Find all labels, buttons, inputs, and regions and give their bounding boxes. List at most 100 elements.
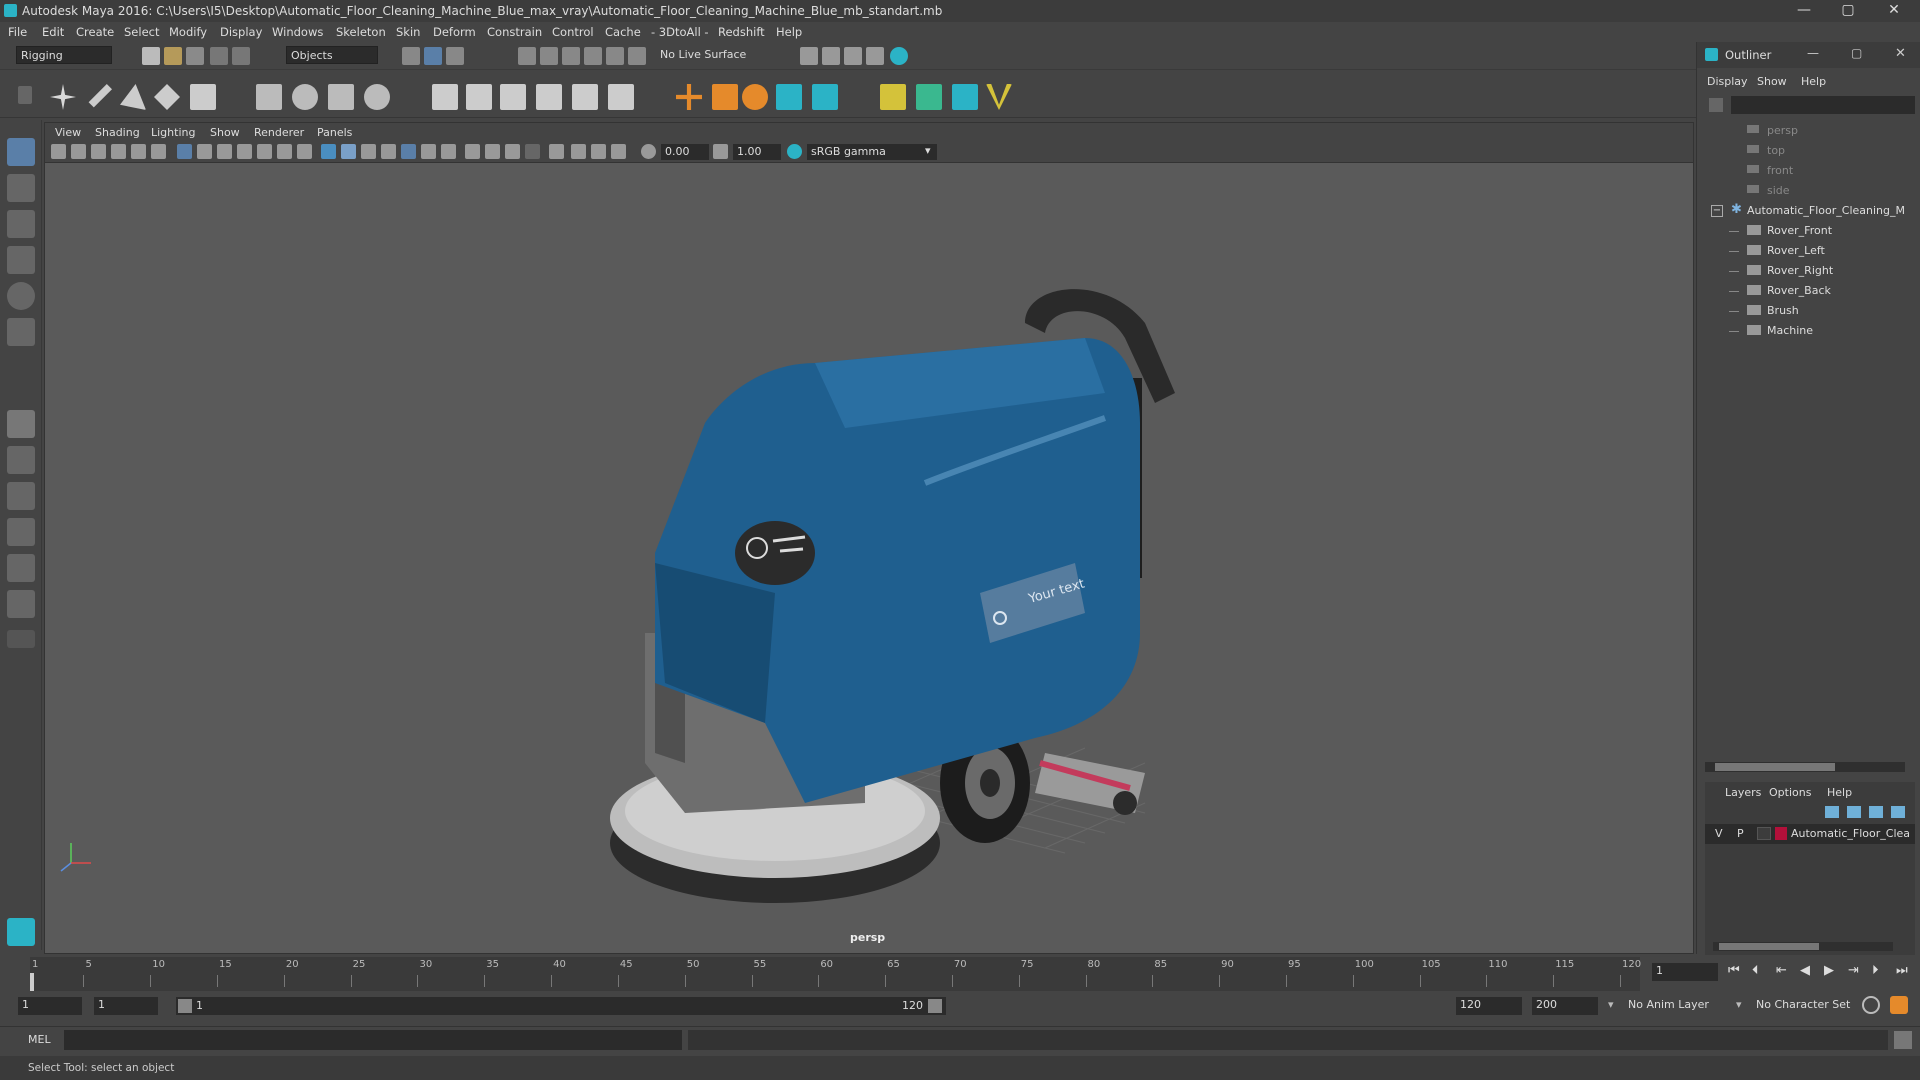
step-back-key-icon[interactable]: ⇤ — [1776, 963, 1787, 978]
menu-3dtoall[interactable]: - 3DtoAll - — [651, 25, 709, 39]
anti-aliasing-icon[interactable] — [485, 144, 500, 159]
move-layer-up-icon[interactable] — [1825, 806, 1839, 818]
range-start-handle[interactable] — [178, 999, 192, 1013]
graph-layout-icon[interactable] — [7, 518, 35, 546]
four-pane-layout-icon[interactable] — [7, 446, 35, 474]
menu-control[interactable]: Control — [552, 25, 594, 39]
gamma-field[interactable]: 1.00 — [733, 144, 781, 160]
outliner-camera-side[interactable]: side — [1697, 182, 1920, 202]
ipr-render-icon[interactable] — [844, 47, 862, 65]
viewport-menu-view[interactable]: View — [55, 126, 81, 139]
outliner-maximize-button[interactable]: ▢ — [1851, 46, 1862, 60]
anim-layer-dropdown[interactable]: No Anim Layer — [1628, 998, 1709, 1011]
outliner-layout-icon[interactable] — [7, 482, 35, 510]
viewport-panel[interactable]: View Shading Lighting Show Renderer Pane… — [44, 122, 1694, 954]
ik-spline-icon[interactable] — [120, 84, 146, 110]
step-forward-icon[interactable]: ⏵ — [1872, 963, 1879, 978]
motion-blur-icon[interactable] — [465, 144, 480, 159]
outliner-camera-front[interactable]: front — [1697, 162, 1920, 182]
snap-curve-icon[interactable] — [540, 47, 558, 65]
close-button[interactable]: ✕ — [1874, 2, 1914, 20]
lasso-tool-icon[interactable] — [7, 174, 35, 202]
paint-weights-icon[interactable] — [292, 84, 318, 110]
film-gate-icon[interactable] — [197, 144, 212, 159]
grease-pencil-icon[interactable] — [151, 144, 166, 159]
ik-handle-icon[interactable] — [88, 84, 112, 108]
minimize-button[interactable]: — — [1784, 2, 1824, 20]
menu-skin[interactable]: Skin — [396, 25, 420, 39]
menu-create[interactable]: Create — [76, 25, 114, 39]
exposure-field[interactable]: 0.00 — [661, 144, 709, 160]
scene-render[interactable]: Your text — [45, 163, 1693, 953]
single-pane-layout-icon[interactable] — [7, 410, 35, 438]
snap-grid-icon[interactable] — [518, 47, 536, 65]
menu-modify[interactable]: Modify — [169, 25, 207, 39]
outliner-filter-icon[interactable] — [1709, 98, 1723, 112]
open-scene-icon[interactable] — [164, 47, 182, 65]
lights-icon[interactable] — [401, 144, 416, 159]
layer-playback-toggle[interactable]: P — [1737, 827, 1744, 840]
viewport-menu-panels[interactable]: Panels — [317, 126, 352, 139]
menu-constrain[interactable]: Constrain — [487, 25, 542, 39]
live-surface-field[interactable]: No Live Surface — [656, 46, 762, 64]
outliner-item-rover-left[interactable]: Rover_Left — [1697, 242, 1920, 262]
layer-visibility-toggle[interactable]: V — [1715, 827, 1723, 840]
layers-menu-help[interactable]: Help — [1827, 786, 1852, 799]
anim-layer-chevron-icon[interactable]: ▾ — [1608, 998, 1614, 1011]
redo-icon[interactable] — [232, 47, 250, 65]
viewport-menu-show[interactable]: Show — [210, 126, 240, 139]
bind-skin-icon[interactable] — [256, 84, 282, 110]
menu-cache[interactable]: Cache — [605, 25, 641, 39]
layer-row[interactable]: V P Automatic_Floor_Clear — [1705, 824, 1915, 844]
aim-constraint-icon[interactable] — [466, 84, 492, 110]
shadows-icon[interactable] — [421, 144, 436, 159]
collapse-toggle-icon[interactable]: − — [1711, 205, 1723, 217]
paint-select-icon[interactable] — [7, 210, 35, 238]
wireframe-on-shaded-icon[interactable] — [361, 144, 376, 159]
outliner-camera-persp[interactable]: persp — [1697, 122, 1920, 142]
go-to-end-icon[interactable]: ⏭ — [1896, 963, 1908, 978]
blend-shape-icon[interactable] — [742, 84, 768, 110]
snap-surface-icon[interactable] — [606, 47, 624, 65]
menu-edit[interactable]: Edit — [42, 25, 64, 39]
bend-deformer-icon[interactable] — [986, 84, 1012, 110]
menu-skeleton[interactable]: Skeleton — [336, 25, 386, 39]
play-forward-icon[interactable]: ▶ — [1824, 963, 1834, 978]
outliner-close-button[interactable]: ✕ — [1895, 46, 1906, 61]
menu-deform[interactable]: Deform — [433, 25, 476, 39]
quick-rig-icon[interactable] — [880, 84, 906, 110]
time-slider[interactable]: 1 5 10 15 20 25 30 35 40 45 50 55 60 65 70 75 80 85 90 95 10… — [0, 955, 1920, 993]
menu-select[interactable]: Select — [124, 25, 159, 39]
gamma-icon[interactable] — [713, 144, 728, 159]
orient-joint-icon[interactable] — [190, 84, 216, 110]
menu-windows[interactable]: Windows — [272, 25, 323, 39]
xray-components-icon[interactable] — [591, 144, 606, 159]
select-by-object-icon[interactable] — [424, 47, 442, 65]
step-forward-key-icon[interactable]: ⇥ — [1848, 963, 1859, 978]
outliner-item-machine[interactable]: Machine — [1697, 322, 1920, 342]
depth-of-field-icon[interactable] — [505, 144, 520, 159]
color-space-dropdown[interactable]: sRGB gamma — [807, 144, 937, 160]
mode-dropdown[interactable]: Rigging — [16, 46, 112, 64]
hypershade-icon[interactable] — [890, 47, 908, 65]
outliner-item-rover-front[interactable]: Rover_Front — [1697, 222, 1920, 242]
chevron-down-icon[interactable]: ▾ — [925, 144, 931, 157]
outliner-item-rover-back[interactable]: Rover_Back — [1697, 282, 1920, 302]
play-backward-icon[interactable]: ◀ — [1800, 963, 1810, 978]
current-time-marker[interactable] — [30, 973, 34, 991]
parent-constraint-icon[interactable] — [572, 84, 598, 110]
camera-attributes-icon[interactable] — [71, 144, 86, 159]
snap-pivot-icon[interactable] — [628, 47, 646, 65]
collapse-icon[interactable] — [7, 630, 35, 648]
safe-action-icon[interactable] — [277, 144, 292, 159]
anim-prefs-icon[interactable] — [1890, 996, 1908, 1014]
bookmark-icon[interactable] — [91, 144, 106, 159]
viewport-menu-lighting[interactable]: Lighting — [151, 126, 195, 139]
auto-key-icon[interactable] — [1862, 996, 1880, 1014]
snap-view-icon[interactable] — [584, 47, 602, 65]
select-by-hierarchy-icon[interactable] — [402, 47, 420, 65]
2d-pan-icon[interactable] — [131, 144, 146, 159]
layer-color-swatch[interactable] — [1775, 827, 1787, 840]
smooth-shade-icon[interactable] — [341, 144, 356, 159]
outliner-menu-display[interactable]: Display — [1707, 75, 1748, 88]
